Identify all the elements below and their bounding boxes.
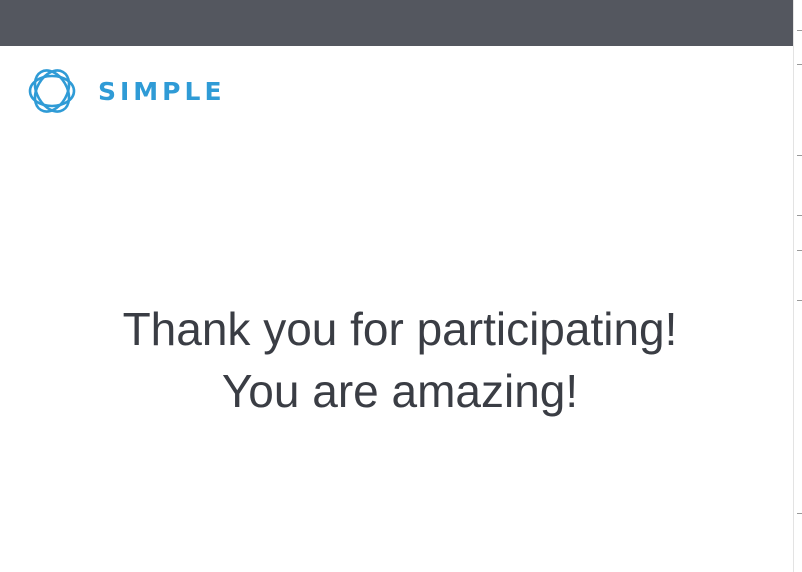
edge-tick (797, 64, 802, 65)
message-line-2: You are amazing! (221, 365, 579, 417)
message-line-1: Thank you for participating! (122, 303, 678, 355)
thank-you-message: Thank you for participating! You are ama… (0, 298, 800, 422)
edge-tick (797, 215, 802, 216)
top-header-bar (0, 0, 793, 46)
edge-tick (797, 30, 802, 31)
edge-tick (797, 250, 802, 251)
simple-logo: SIMPLE (26, 65, 226, 117)
window-edge (793, 0, 802, 572)
simple-logo-icon (28, 69, 76, 113)
logo-text: SIMPLE (98, 76, 226, 106)
edge-tick (797, 513, 802, 514)
edge-tick (797, 155, 802, 156)
